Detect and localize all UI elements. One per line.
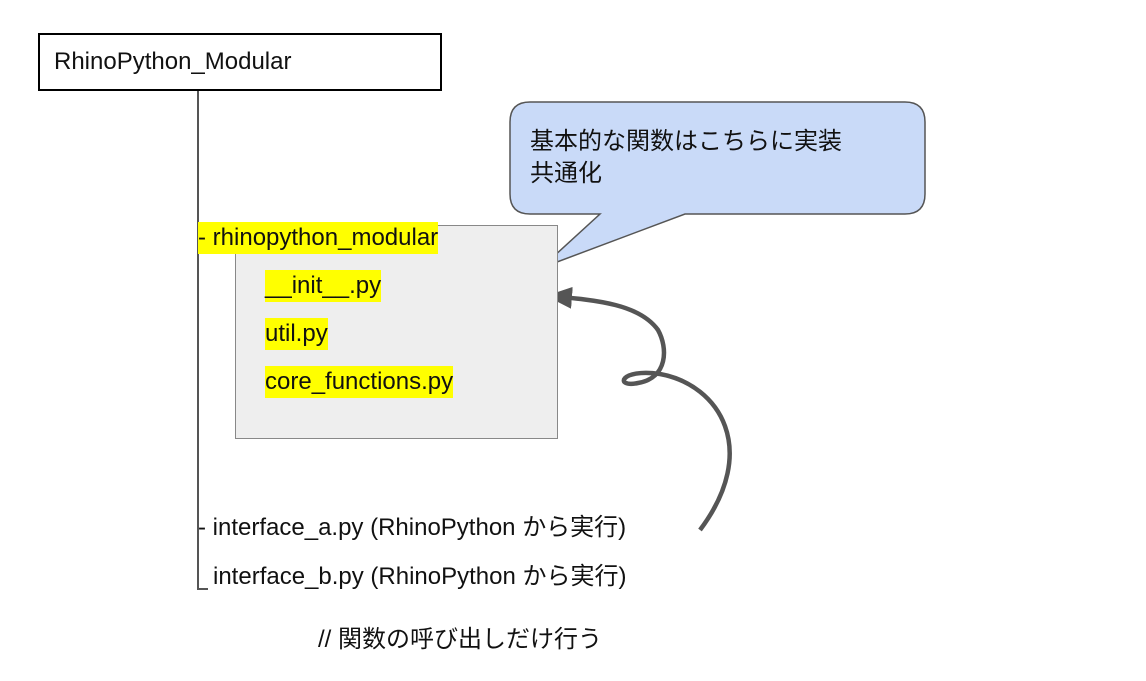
callout-line-2: 共通化 [530,160,602,187]
interface-to-package-arrow [546,286,732,532]
callout-line-1: 基本的な関数はこちらに実装 [530,128,842,155]
comment-text: // 関数の呼び出しだけ行う [318,626,603,653]
file-util: util.py [265,318,328,350]
interface-b-label: interface_b.py (RhinoPython から実行) [213,563,627,590]
interface-a-label: - interface_a.py (RhinoPython から実行) [198,514,627,541]
callout-text: 基本的な関数はこちらに実装 共通化 [530,126,842,190]
file-init: __init__.py [265,270,382,302]
root-label: RhinoPython_Modular [54,48,292,75]
package-label: - rhinopython_modular [198,222,439,254]
file-core-functions: core_functions.py [265,366,454,398]
root-node: RhinoPython_Modular [38,33,442,91]
